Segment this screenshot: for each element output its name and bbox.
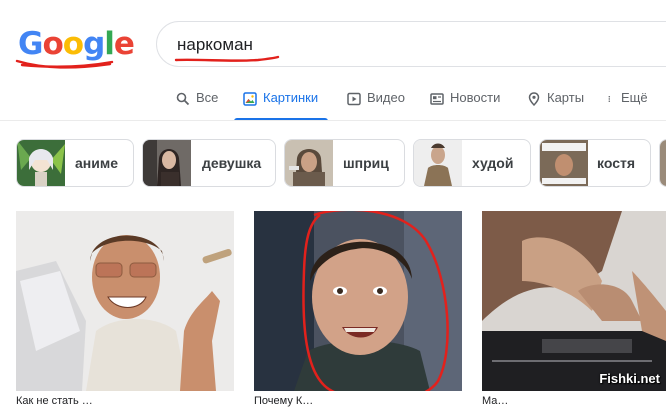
- logo-letter: o: [42, 26, 63, 62]
- tab-news[interactable]: Новости: [430, 90, 500, 120]
- tab-label: Картинки: [263, 90, 319, 105]
- watermark: Fishki.net: [599, 371, 660, 386]
- chip-thumbnail: [285, 140, 333, 186]
- tab-label: Все: [196, 90, 219, 105]
- result-caption[interactable]: Почему К…: [254, 395, 454, 407]
- chip-label: шприц: [343, 155, 389, 171]
- image-result-2[interactable]: [254, 211, 462, 391]
- tab-more[interactable]: Ещё: [607, 90, 648, 120]
- tabs-divider: [0, 120, 666, 121]
- chip-kostya[interactable]: костя: [539, 139, 651, 187]
- news-icon: [430, 93, 444, 105]
- chip-thumbnail: [414, 140, 462, 186]
- search-tabs: Все Картинки Видео Новости Карты Ещё: [0, 84, 666, 121]
- logo-letter: g: [83, 26, 105, 62]
- chip-label: худой: [472, 155, 514, 171]
- chip-thin[interactable]: худой: [413, 139, 531, 187]
- red-circle-annotation: [302, 211, 449, 391]
- chip-thumbnail: [540, 140, 588, 186]
- result-image: [16, 211, 234, 391]
- logo-letter: G: [18, 26, 43, 62]
- result-caption[interactable]: Ма…: [482, 395, 666, 407]
- chip-thumbnail: [143, 140, 191, 186]
- map-pin-icon: [528, 92, 540, 106]
- search-input[interactable]: наркоман: [156, 21, 666, 67]
- tab-label: Видео: [367, 90, 405, 105]
- image-result-1[interactable]: [16, 211, 234, 391]
- tab-label: Ещё: [621, 90, 648, 105]
- chip-label: костя: [597, 155, 636, 171]
- tab-label: Новости: [450, 90, 501, 105]
- tab-all[interactable]: Все: [176, 90, 218, 120]
- logo-letter: e: [113, 26, 135, 62]
- logo-letter: o: [62, 26, 84, 62]
- result-caption[interactable]: Как не стать …: [16, 395, 216, 407]
- search-query[interactable]: наркоман: [177, 35, 253, 55]
- tab-video[interactable]: Видео: [347, 90, 405, 120]
- image-icon: [243, 92, 257, 106]
- chip-label: девушка: [202, 155, 262, 171]
- more-vert-icon: [608, 95, 611, 103]
- chip-syringe[interactable]: шприц: [284, 139, 405, 187]
- tab-label: Карты: [547, 90, 585, 105]
- chip-partial[interactable]: [659, 139, 666, 187]
- chip-girl[interactable]: девушка: [142, 139, 276, 187]
- result-image: [482, 211, 666, 391]
- search-icon: [176, 92, 190, 106]
- chip-thumbnail: [17, 140, 65, 186]
- tab-maps[interactable]: Карты: [527, 90, 584, 120]
- tab-images[interactable]: Картинки: [233, 90, 329, 121]
- play-icon: [347, 92, 361, 106]
- chip-anime[interactable]: аниме: [16, 139, 134, 187]
- chip-thumbnail: [660, 140, 666, 186]
- image-result-3[interactable]: Fishki.net: [482, 211, 666, 391]
- logo-letter: l: [104, 26, 115, 62]
- google-logo[interactable]: Google: [18, 26, 135, 62]
- chip-label: аниме: [75, 155, 118, 171]
